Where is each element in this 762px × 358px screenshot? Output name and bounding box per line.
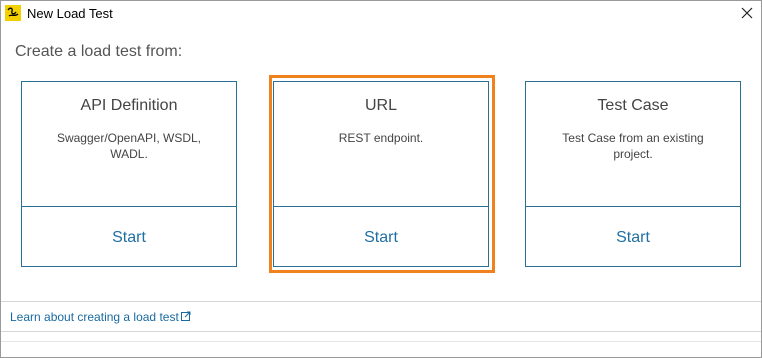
card-title: API Definition xyxy=(80,97,178,114)
start-button-url[interactable]: Start xyxy=(274,207,488,268)
soapui-logo-icon xyxy=(5,5,21,21)
window-title: New Load Test xyxy=(27,6,113,21)
card-title: Test Case xyxy=(597,97,669,114)
card-header: URL REST endpoint. xyxy=(274,82,488,207)
card-description: Swagger/OpenAPI, WSDL, WADL. xyxy=(56,131,202,161)
card-description: REST endpoint. xyxy=(338,131,424,145)
bottom-divider xyxy=(1,341,761,342)
new-load-test-window: New Load Test Create a load test from: A… xyxy=(0,0,762,358)
learn-more-link[interactable]: Learn about creating a load test xyxy=(10,310,179,324)
prompt-heading: Create a load test from: xyxy=(15,43,183,60)
card-header: Test Case Test Case from an existing pro… xyxy=(526,82,740,207)
start-button-api-definition[interactable]: Start xyxy=(22,207,236,268)
card-test-case: Test Case Test Case from an existing pro… xyxy=(525,81,741,267)
title-bar: New Load Test xyxy=(1,1,761,27)
close-icon[interactable] xyxy=(739,5,755,21)
card-url: URL REST endpoint. Start xyxy=(273,81,489,267)
footer-divider xyxy=(1,301,761,302)
card-header: API Definition Swagger/OpenAPI, WSDL, WA… xyxy=(22,82,236,207)
card-description: Test Case from an existing project. xyxy=(562,131,704,161)
external-link-icon[interactable] xyxy=(181,311,191,321)
card-api-definition: API Definition Swagger/OpenAPI, WSDL, WA… xyxy=(21,81,237,267)
card-title: URL xyxy=(364,97,397,114)
bottom-divider xyxy=(1,331,761,332)
start-button-test-case[interactable]: Start xyxy=(526,207,740,268)
